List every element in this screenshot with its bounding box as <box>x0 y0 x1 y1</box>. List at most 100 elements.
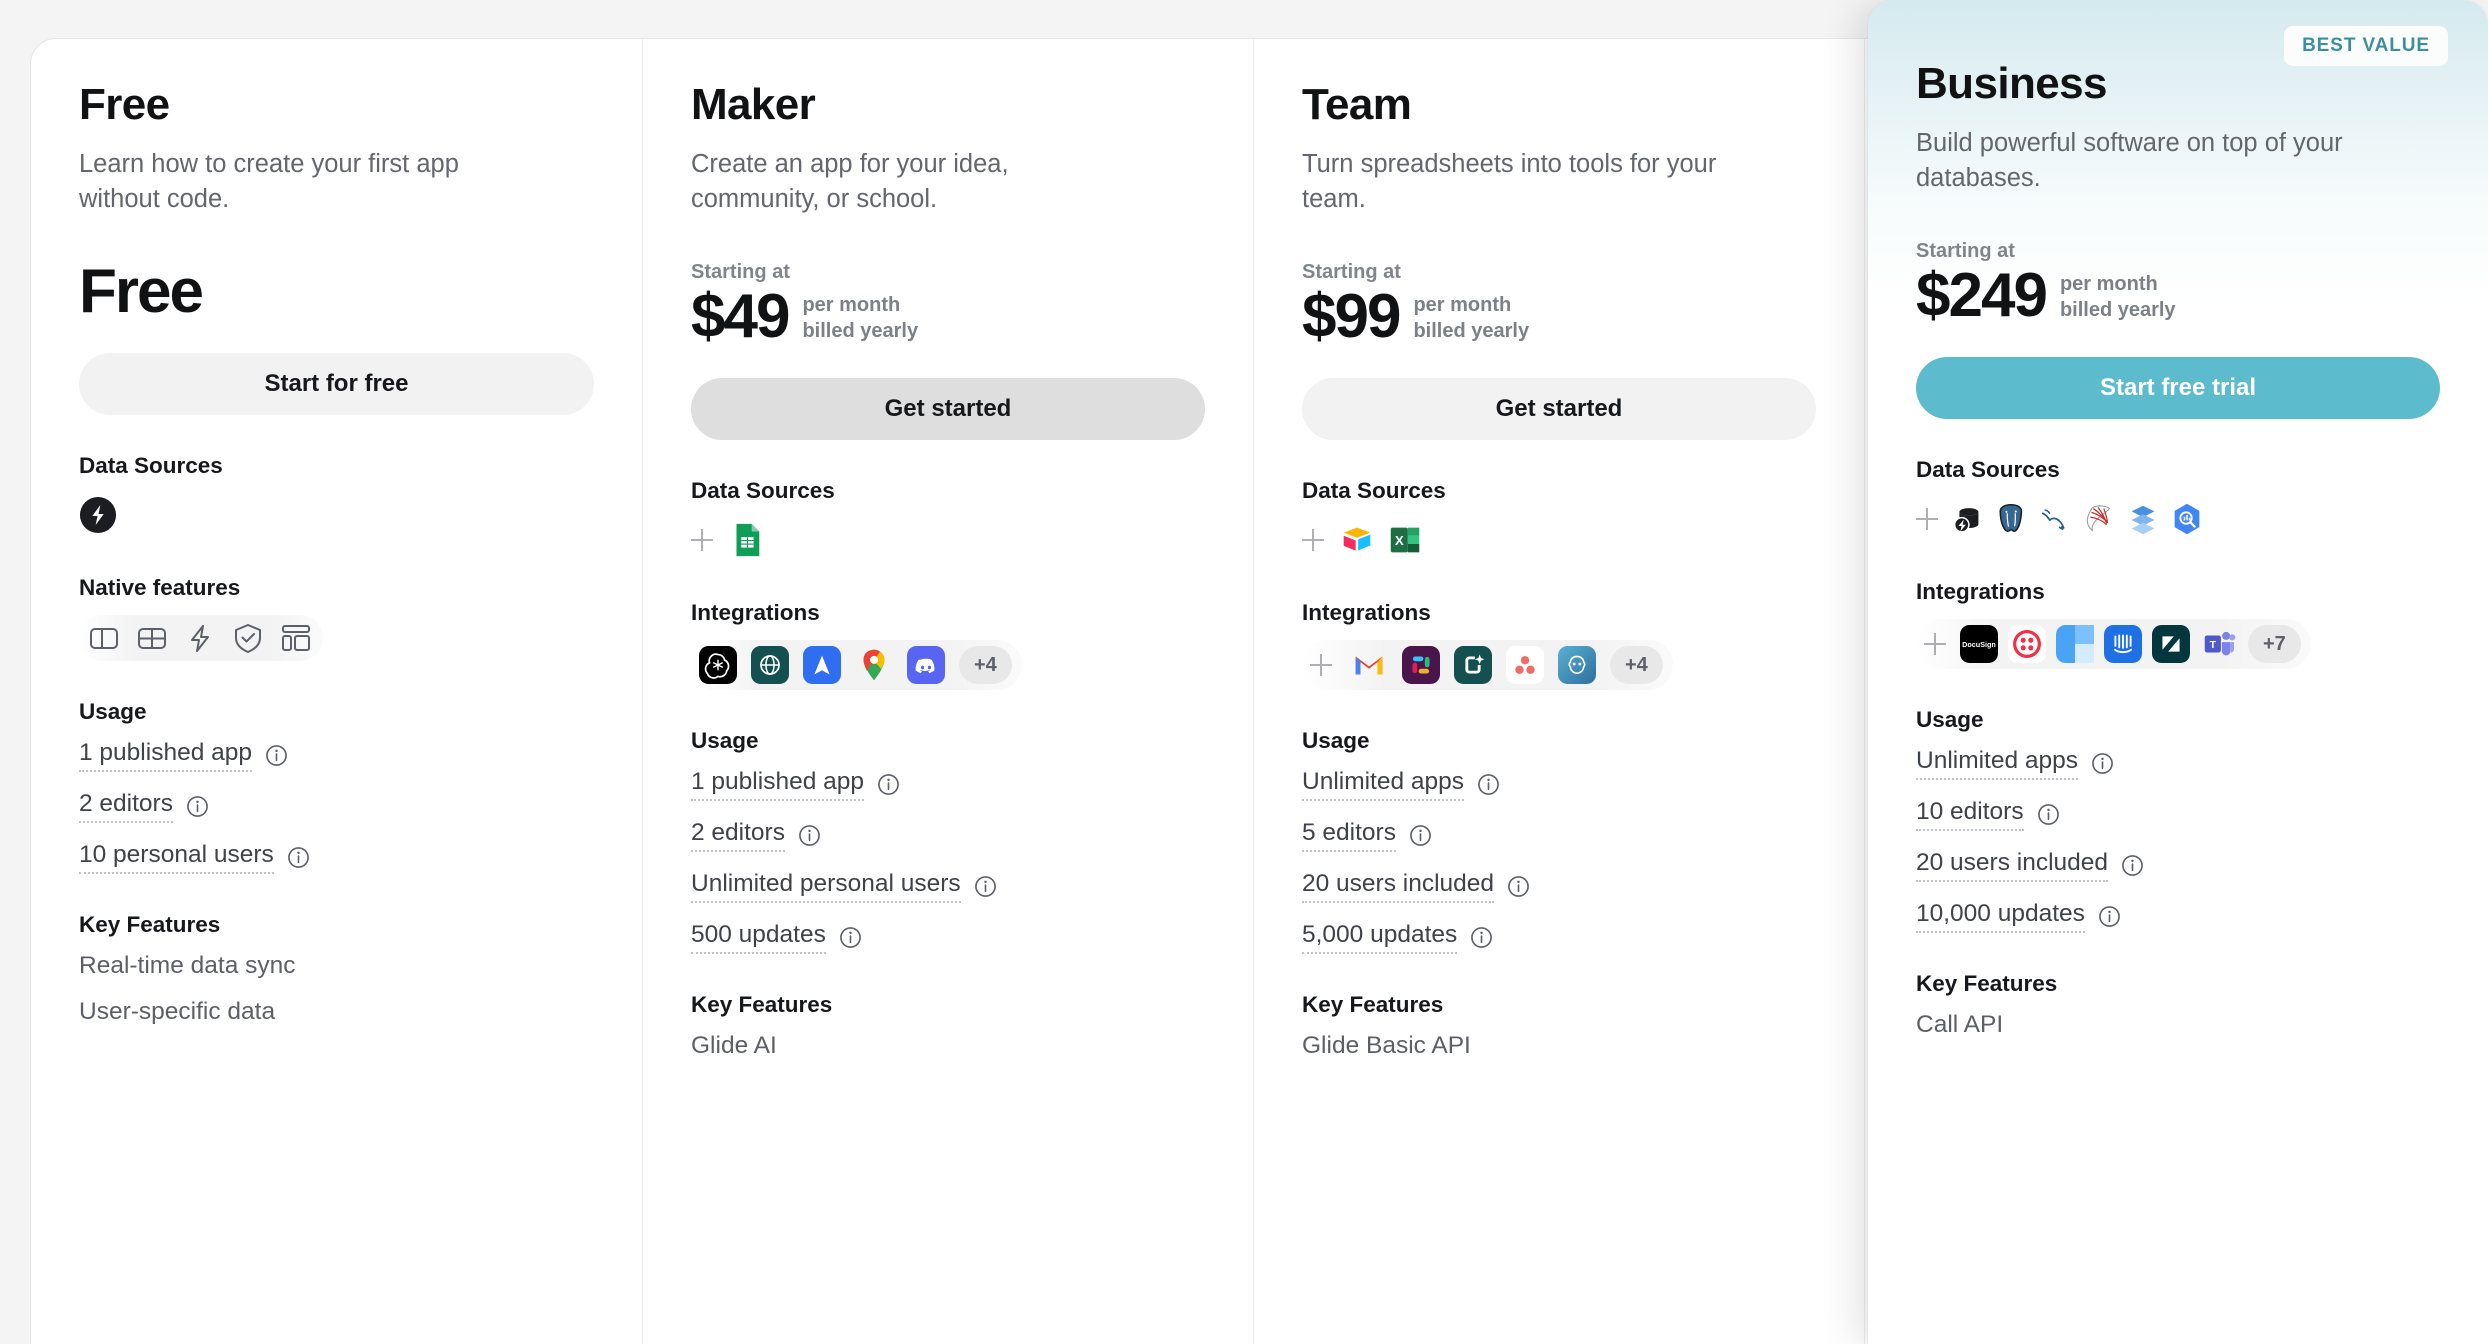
best-value-badge: BEST VALUE <box>2284 26 2448 66</box>
usage-item: 10,000 updates <box>1916 900 2440 934</box>
grid-icon[interactable] <box>135 621 169 655</box>
data-sources-title: Data Sources <box>1916 457 2060 483</box>
usage-title: Usage <box>1302 728 1370 754</box>
plan-card-business: BEST VALUE Business Build powerful softw… <box>1868 0 2488 1344</box>
key-features-title: Key Features <box>691 992 833 1018</box>
usage-section: Usage 1 published app 2 editors <box>79 699 594 875</box>
info-icon[interactable] <box>974 875 997 898</box>
discord-icon[interactable] <box>907 646 945 685</box>
ai-spark-icon[interactable] <box>1454 646 1492 685</box>
twilio-icon[interactable] <box>2008 625 2046 664</box>
key-features-title: Key Features <box>79 912 221 938</box>
globe-icon[interactable] <box>751 646 789 685</box>
info-icon[interactable] <box>2121 854 2144 877</box>
usage-item: 5,000 updates <box>1302 921 1816 955</box>
sql-server-icon[interactable] <box>2080 500 2118 538</box>
docusign-icon[interactable]: DocuSign <box>1960 625 1998 664</box>
monday-icon[interactable] <box>2056 625 2094 664</box>
intercom-icon[interactable] <box>2104 625 2142 664</box>
price-period: per month <box>802 294 901 317</box>
plan-description: Build powerful software on top of your d… <box>1916 129 2343 193</box>
microsoft-teams-icon[interactable]: T <box>2200 625 2238 663</box>
get-started-button[interactable]: Get started <box>1302 378 1816 441</box>
start-free-trial-button[interactable]: Start free trial <box>1916 357 2440 420</box>
integrations-more-badge[interactable]: +4 <box>959 646 1012 685</box>
usage-label: Unlimited apps <box>1916 747 2079 781</box>
mysql-icon[interactable] <box>2036 500 2074 538</box>
slack-icon[interactable] <box>1402 646 1440 685</box>
integrations-more-badge[interactable]: +7 <box>2248 625 2301 664</box>
plan-card-free: Free Learn how to create your first app … <box>31 39 642 1344</box>
usage-item: Unlimited apps <box>1916 747 2440 781</box>
add-data-source-icon[interactable] <box>1916 508 1938 531</box>
price-block: Starting at $49 per month billed yearly <box>691 261 1205 348</box>
asana-icon[interactable] <box>1506 646 1544 685</box>
integrations-title: Integrations <box>1302 600 1431 626</box>
native-features-section: Native features <box>79 575 594 662</box>
data-sources-title: Data Sources <box>1302 478 1446 504</box>
layout-icon[interactable] <box>279 621 313 655</box>
plan-title: Business <box>1916 59 2107 108</box>
info-icon[interactable] <box>2091 752 2114 775</box>
info-icon[interactable] <box>1477 773 1500 796</box>
columns-icon[interactable] <box>87 621 121 655</box>
price-meta: per month billed yearly <box>2060 272 2176 327</box>
postgresql-icon[interactable] <box>1992 500 2030 538</box>
bolt-icon[interactable] <box>183 621 217 655</box>
info-icon[interactable] <box>1470 926 1493 949</box>
navigation-icon[interactable] <box>803 646 841 685</box>
usage-label: 5,000 updates <box>1302 921 1458 955</box>
bigquery-icon[interactable] <box>2168 500 2206 538</box>
svg-text:DocuSign: DocuSign <box>1962 640 1996 649</box>
info-icon[interactable] <box>877 773 900 796</box>
gmail-icon[interactable] <box>1350 646 1388 684</box>
pricing-page: Free Learn how to create your first app … <box>0 0 2488 1344</box>
google-sheets-icon[interactable] <box>727 521 765 559</box>
info-icon[interactable] <box>1507 875 1530 898</box>
usage-item: Unlimited personal users <box>691 870 1205 904</box>
add-data-source-icon[interactable] <box>691 529 713 552</box>
data-sources-icon-row <box>1916 497 2440 541</box>
shield-check-icon[interactable] <box>231 621 265 655</box>
glide-tables-icon[interactable] <box>79 496 117 534</box>
start-for-free-button[interactable]: Start for free <box>79 353 594 416</box>
integrations-more-badge[interactable]: +4 <box>1610 646 1663 685</box>
usage-item: 1 published app <box>691 768 1205 802</box>
google-maps-icon[interactable] <box>855 646 893 684</box>
airtable-icon[interactable] <box>1338 521 1376 559</box>
get-started-button[interactable]: Get started <box>691 378 1205 441</box>
snowflake-icon[interactable] <box>2124 500 2162 538</box>
integrations-section: Integrations DocuSign T +7 <box>1916 579 2440 670</box>
excel-icon[interactable]: X <box>1386 521 1424 559</box>
integrations-section: Integrations +4 <box>1302 600 1816 691</box>
mailchimp-icon[interactable] <box>1558 646 1596 685</box>
data-sources-icon-row <box>79 493 594 537</box>
price-label: Starting at <box>691 261 790 284</box>
usage-item: Unlimited apps <box>1302 768 1816 802</box>
info-icon[interactable] <box>798 824 821 847</box>
usage-section: Usage Unlimited apps 5 editors 20 users … <box>1302 728 1816 955</box>
openai-icon[interactable] <box>699 646 737 685</box>
usage-section: Usage Unlimited apps 10 editors 20 users… <box>1916 707 2440 934</box>
native-features-icon-row <box>79 615 323 662</box>
info-icon[interactable] <box>839 926 862 949</box>
add-data-source-icon[interactable] <box>1302 529 1324 552</box>
usage-section: Usage 1 published app 2 editors <box>691 728 1205 955</box>
info-icon[interactable] <box>287 846 310 869</box>
info-icon[interactable] <box>2098 905 2121 928</box>
zendesk-icon[interactable] <box>2152 625 2190 664</box>
add-integration-icon[interactable] <box>1310 654 1332 677</box>
glide-big-tables-icon[interactable] <box>1948 500 1986 538</box>
info-icon[interactable] <box>2037 803 2060 826</box>
info-icon[interactable] <box>186 795 209 818</box>
add-integration-icon[interactable] <box>1924 633 1946 656</box>
info-icon[interactable] <box>1409 824 1432 847</box>
usage-label: 1 published app <box>691 768 865 802</box>
price-amount: $49 <box>691 282 790 352</box>
usage-label: 10 personal users <box>79 841 274 875</box>
usage-title: Usage <box>1916 707 1984 733</box>
usage-title: Usage <box>691 728 759 754</box>
price-period: per month <box>1413 294 1512 317</box>
info-icon[interactable] <box>265 744 288 767</box>
plan-card-maker: Maker Create an app for your idea, commu… <box>642 39 1253 1344</box>
